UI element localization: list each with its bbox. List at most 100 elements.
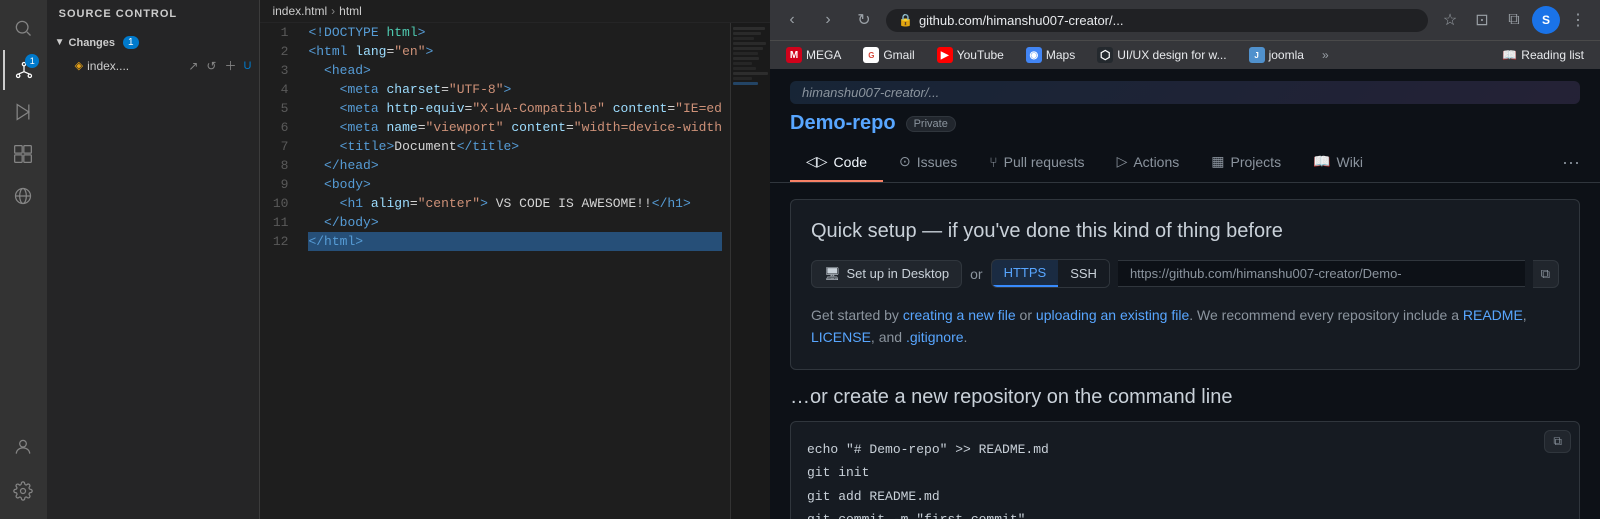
setup-description: Get started by creating a new file or up… bbox=[811, 304, 1559, 349]
issues-tab-icon: ⊙ bbox=[899, 153, 911, 170]
wiki-tab-label: Wiki bbox=[1337, 154, 1363, 170]
copy-url-button[interactable]: ⧉ bbox=[1533, 260, 1559, 288]
reading-list-label: Reading list bbox=[1521, 48, 1584, 62]
repo-url-input[interactable] bbox=[1118, 260, 1525, 287]
forward-button[interactable]: › bbox=[814, 6, 842, 34]
code-content[interactable]: <!DOCTYPE html> <html lang="en"> <head> … bbox=[300, 23, 730, 519]
or-text: or bbox=[970, 266, 982, 282]
file-actions: ↗ ↺ ＋ U bbox=[185, 56, 251, 75]
tab-code[interactable]: ◁▷ Code bbox=[790, 143, 883, 182]
bookmark-maps[interactable]: ◉ Maps bbox=[1018, 45, 1083, 65]
joomla-label: joomla bbox=[1269, 48, 1304, 62]
license-link[interactable]: LICENSE bbox=[811, 329, 871, 345]
bookmark-star-button[interactable]: ☆ bbox=[1436, 6, 1464, 34]
tab-search-button[interactable]: ⊡ bbox=[1468, 6, 1496, 34]
breadcrumb: index.html › html bbox=[260, 0, 770, 23]
open-file-btn[interactable]: ↗ bbox=[185, 58, 201, 74]
code-line-4: <meta charset="UTF-8"> bbox=[308, 80, 722, 99]
menu-button[interactable]: ⋮ bbox=[1564, 6, 1592, 34]
breadcrumb-separator: › bbox=[331, 4, 335, 18]
changed-file-item[interactable]: ◈ index.... ↗ ↺ ＋ U bbox=[47, 53, 260, 78]
lock-icon: 🔒 bbox=[898, 13, 913, 27]
tab-actions[interactable]: ▷ Actions bbox=[1101, 143, 1196, 182]
gitignore-link[interactable]: .gitignore bbox=[906, 329, 964, 345]
reading-list-button[interactable]: 📖 Reading list bbox=[1494, 46, 1592, 64]
github-design-favicon: ⬡ bbox=[1097, 47, 1113, 63]
run-activity-icon[interactable] bbox=[3, 92, 43, 132]
code-editor[interactable]: 12345 678910 1112 <!DOCTYPE html> <html … bbox=[260, 23, 770, 519]
more-bookmarks-button[interactable]: » bbox=[1318, 46, 1333, 64]
bookmark-joomla[interactable]: J joomla bbox=[1241, 45, 1312, 65]
reload-button[interactable]: ↻ bbox=[850, 6, 878, 34]
github-scrollable-content: Quick setup — if you've done this kind o… bbox=[770, 183, 1600, 519]
profile-button[interactable]: S bbox=[1532, 6, 1560, 34]
protocol-group: HTTPS SSH bbox=[991, 259, 1110, 288]
code-line-12: </html> bbox=[308, 232, 722, 251]
bookmark-youtube[interactable]: ▶ YouTube bbox=[929, 45, 1012, 65]
bookmark-github-design[interactable]: ⬡ UI/UX design for w... bbox=[1089, 45, 1234, 65]
settings-activity-icon[interactable] bbox=[3, 471, 43, 511]
repo-name-link[interactable]: Demo-repo bbox=[790, 112, 896, 135]
tab-projects[interactable]: ▦ Projects bbox=[1195, 143, 1297, 182]
code-line-10: <h1 align="center"> VS CODE IS AWESOME!!… bbox=[308, 194, 722, 213]
code-line-7: <title>Document</title> bbox=[308, 137, 722, 156]
creating-file-link[interactable]: creating a new file bbox=[903, 307, 1016, 323]
repo-private-badge: Private bbox=[906, 116, 956, 132]
wiki-tab-icon: 📖 bbox=[1313, 153, 1330, 170]
extensions-activity-icon[interactable] bbox=[3, 134, 43, 174]
tab-issues[interactable]: ⊙ Issues bbox=[883, 143, 973, 182]
back-button[interactable]: ‹ bbox=[778, 6, 806, 34]
repo-blur-banner: himanshu007-creator/... bbox=[790, 81, 1580, 104]
breadcrumb-tag: html bbox=[339, 4, 362, 18]
code-line-1: <!DOCTYPE html> bbox=[308, 23, 722, 42]
https-button[interactable]: HTTPS bbox=[992, 260, 1059, 287]
file-icon: ◈ bbox=[75, 59, 83, 72]
modified-badge: U bbox=[243, 60, 251, 72]
ssh-button[interactable]: SSH bbox=[1058, 260, 1109, 287]
tab-pull-requests[interactable]: ⑂ Pull requests bbox=[973, 144, 1100, 182]
address-bar[interactable]: 🔒 github.com/himanshu007-creator/... bbox=[886, 9, 1428, 32]
tab-wiki[interactable]: 📖 Wiki bbox=[1297, 143, 1379, 182]
browser-chrome: ‹ › ↻ 🔒 github.com/himanshu007-creator/.… bbox=[770, 0, 1600, 69]
command-line-4: git commit -m "first commit" bbox=[807, 508, 1563, 519]
address-text: github.com/himanshu007-creator/... bbox=[919, 13, 1416, 28]
gmail-favicon: G bbox=[863, 47, 879, 63]
readme-link[interactable]: README bbox=[1463, 307, 1523, 323]
search-activity-icon[interactable] bbox=[3, 8, 43, 48]
projects-tab-label: Projects bbox=[1231, 154, 1282, 170]
discard-btn[interactable]: ↺ bbox=[203, 58, 219, 74]
accounts-activity-icon[interactable] bbox=[3, 427, 43, 467]
maps-favicon: ◉ bbox=[1026, 47, 1042, 63]
uploading-file-link[interactable]: uploading an existing file bbox=[1036, 307, 1189, 323]
github-design-label: UI/UX design for w... bbox=[1117, 48, 1226, 62]
extensions-button[interactable]: ⧉ bbox=[1500, 6, 1528, 34]
maps-label: Maps bbox=[1046, 48, 1075, 62]
sidebar: Source Control ▼ Changes 1 ◈ index.... ↗… bbox=[47, 0, 261, 519]
changes-section-header[interactable]: ▼ Changes 1 bbox=[47, 32, 260, 53]
source-control-activity-icon[interactable]: 1 bbox=[3, 50, 43, 90]
command-line-1: echo "# Demo-repo" >> README.md bbox=[807, 438, 1563, 461]
tab-more-button[interactable]: ··· bbox=[1562, 152, 1580, 173]
setup-desktop-button[interactable]: 🖥 Set up in Desktop bbox=[811, 260, 962, 288]
activity-bar: 1 bbox=[0, 0, 47, 519]
copy-commands-button[interactable]: ⧉ bbox=[1544, 430, 1571, 453]
bookmark-gmail[interactable]: G Gmail bbox=[855, 45, 922, 65]
bookmark-mega[interactable]: M MEGA bbox=[778, 45, 849, 65]
github-content: himanshu007-creator/... Demo-repo Privat… bbox=[770, 69, 1600, 519]
remote-activity-icon[interactable] bbox=[3, 176, 43, 216]
joomla-favicon: J bbox=[1249, 47, 1265, 63]
mega-label: MEGA bbox=[806, 48, 841, 62]
code-line-3: <head> bbox=[308, 61, 722, 80]
minimap bbox=[730, 23, 770, 519]
youtube-label: YouTube bbox=[957, 48, 1004, 62]
changes-count-badge: 1 bbox=[123, 36, 139, 49]
stage-btn[interactable]: ＋ bbox=[221, 56, 239, 75]
changes-label: Changes bbox=[69, 37, 115, 49]
breadcrumb-file: index.html bbox=[272, 4, 327, 18]
youtube-favicon: ▶ bbox=[937, 47, 953, 63]
pull-requests-tab-icon: ⑂ bbox=[989, 154, 997, 170]
code-line-9: <body> bbox=[308, 175, 722, 194]
command-line-2: git init bbox=[807, 461, 1563, 484]
browser-actions: ☆ ⊡ ⧉ S ⋮ bbox=[1436, 6, 1592, 34]
repo-name-bar: Demo-repo Private bbox=[790, 112, 1580, 135]
